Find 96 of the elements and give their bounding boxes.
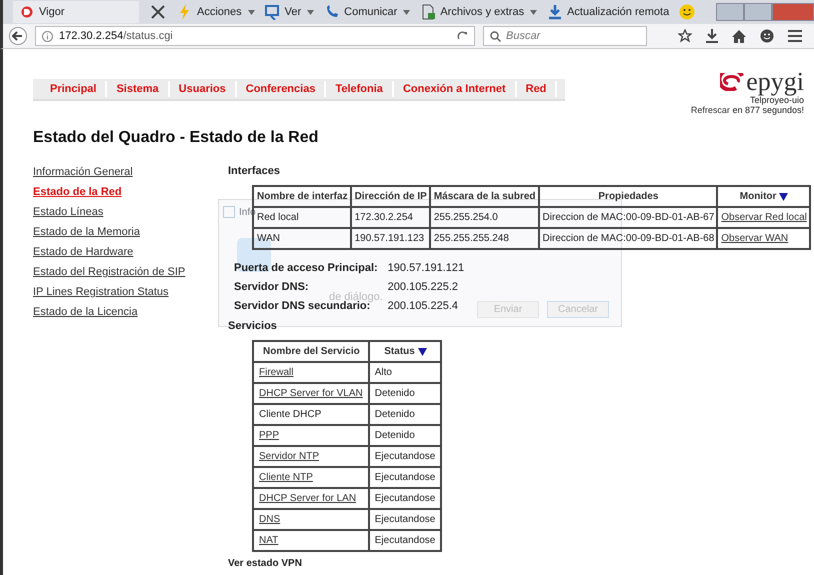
caret-icon [248,10,255,14]
toolbar-menu[interactable]: Archivos y extras [420,4,538,20]
nav-link[interactable]: Conexión a Internet [394,81,517,97]
browser-tab[interactable]: Vigor [13,1,139,23]
table-cell: 190.57.191.123 [350,228,430,249]
section-heading: Ver estado VPN [228,558,303,569]
service-link[interactable]: NAT [259,535,278,546]
sort-icon[interactable] [779,192,788,200]
service-link[interactable]: DHCP Server for VLAN [259,388,363,399]
table-cell: Detenido [368,425,442,446]
table-cell: Direccion de MAC:00-09-BD-01-AB-67 [538,207,718,228]
nav-link[interactable]: Sistema [107,81,170,97]
table-cell: Ejecutandose [368,446,442,467]
nav-link[interactable]: Usuarios [170,81,237,97]
table-cell: Alto [368,362,442,383]
table-cell: Cliente DHCP [253,404,369,425]
table-cell: 255.255.255.248 [430,228,539,249]
app-logo-icon [21,6,33,18]
toolbar-menu[interactable]: Actualización remota [547,4,670,20]
caret-icon [403,10,410,14]
table-cell: Ejecutandose [368,488,442,509]
toolbar-menu[interactable]: Ver [264,4,314,20]
smiley-icon[interactable] [760,29,774,43]
sidebar-link[interactable]: Estado de la Memoria [33,225,140,239]
download-icon[interactable] [706,29,718,43]
toolbar-menu[interactable]: Acciones [177,4,255,20]
column-header[interactable]: Nombre de interfaz [253,186,351,207]
device-name: Telproyeo-uio [750,95,804,105]
home-icon[interactable] [732,29,746,43]
service-link[interactable]: DHCP Server for LAN [259,493,356,504]
brand-name: epygi [746,69,804,95]
caret-icon [307,10,314,14]
table-cell: Ejecutandose [368,467,442,488]
close-icon[interactable] [151,5,165,19]
info-value: 190.57.191.121 [388,262,464,274]
address-bar[interactable]: 172.30.2.254/status.cgi [35,26,475,46]
info-label: Puerta de acceso Principal: [234,262,378,274]
monitor-link[interactable]: Observar Red local [721,212,807,223]
service-link[interactable]: DNS [259,514,280,525]
sort-icon[interactable] [418,348,427,356]
back-icon[interactable] [9,27,27,45]
sidebar-link[interactable]: Estado de la Red [33,185,122,199]
sidebar-link[interactable]: Estado Líneas [33,205,104,219]
window-icon [223,206,235,218]
search-icon [490,30,501,42]
table-cell: Detenido [368,383,442,404]
table-cell: 172.30.2.254 [350,207,430,228]
service-link[interactable]: Firewall [259,367,294,378]
reload-icon[interactable] [457,30,468,42]
table-cell: Ejecutandose [368,530,442,551]
menu-icon[interactable] [788,30,802,42]
section-heading: Servicios [228,320,278,332]
column-header[interactable]: Propiedades [538,186,718,207]
monitor-link[interactable]: Observar WAN [721,233,788,244]
table-cell: Detenido [368,404,442,425]
page-title: Estado del Quadro - Estado de la Red [33,129,320,147]
info-icon [42,30,53,42]
service-link[interactable]: PPP [259,430,280,441]
table-cell: 255.255.254.0 [430,207,539,228]
column-header[interactable]: Nombre del Servicio [253,341,369,362]
refresh-link[interactable]: Refrescar [690,105,730,115]
smiley-icon[interactable] [679,4,696,20]
section-heading: Interfaces [228,165,281,177]
toolbar-icon [547,4,564,20]
sidebar-link[interactable]: Información General [33,165,133,179]
nav-link[interactable]: Conferencias [236,81,326,97]
info-value: 200.105.225.2 [388,281,460,293]
table-cell: Direccion de MAC:00-09-BD-01-AB-68 [538,228,718,249]
column-header[interactable]: Status [368,341,442,362]
table-cell: Ejecutandose [368,509,442,530]
toolbar-menu[interactable]: Comunicar [324,4,410,20]
nav-link[interactable]: Principal [41,81,108,97]
column-header[interactable]: Dirección de IP [350,186,430,207]
toolbar-icon [324,4,340,20]
sidebar-link[interactable]: Estado de la Licencia [33,305,138,319]
info-value: 200.105.225.4 [388,300,460,312]
bookmark-star-icon[interactable] [678,29,692,43]
column-header[interactable]: Máscara de la subred [430,186,539,207]
toolbar-icon [420,4,436,20]
swirl-logo-icon [720,73,744,91]
toolbar-icon [264,4,281,20]
info-label: Servidor DNS secundario: [234,300,370,312]
column-header[interactable]: Monitor [717,186,810,207]
nav-link[interactable]: Red [516,81,558,97]
dialog-note: de diálogo. [329,291,383,303]
caret-icon [530,10,538,14]
service-link[interactable]: Servidor NTP [259,451,320,462]
info-label: Servidor DNS: [234,281,310,293]
sidebar-link[interactable]: Estado de Hardware [33,245,134,259]
search-field[interactable]: Buscar [483,26,647,46]
table-cell: WAN [253,228,351,249]
sidebar-link[interactable]: Estado del Registración de SIP [33,265,186,279]
service-link[interactable]: Cliente NTP [259,472,313,483]
refresh-text: Refrescar en 877 segundos! [690,105,804,115]
nav-link[interactable]: Telefonia [326,81,394,97]
sidebar-link[interactable]: IP Lines Registration Status [33,285,169,299]
